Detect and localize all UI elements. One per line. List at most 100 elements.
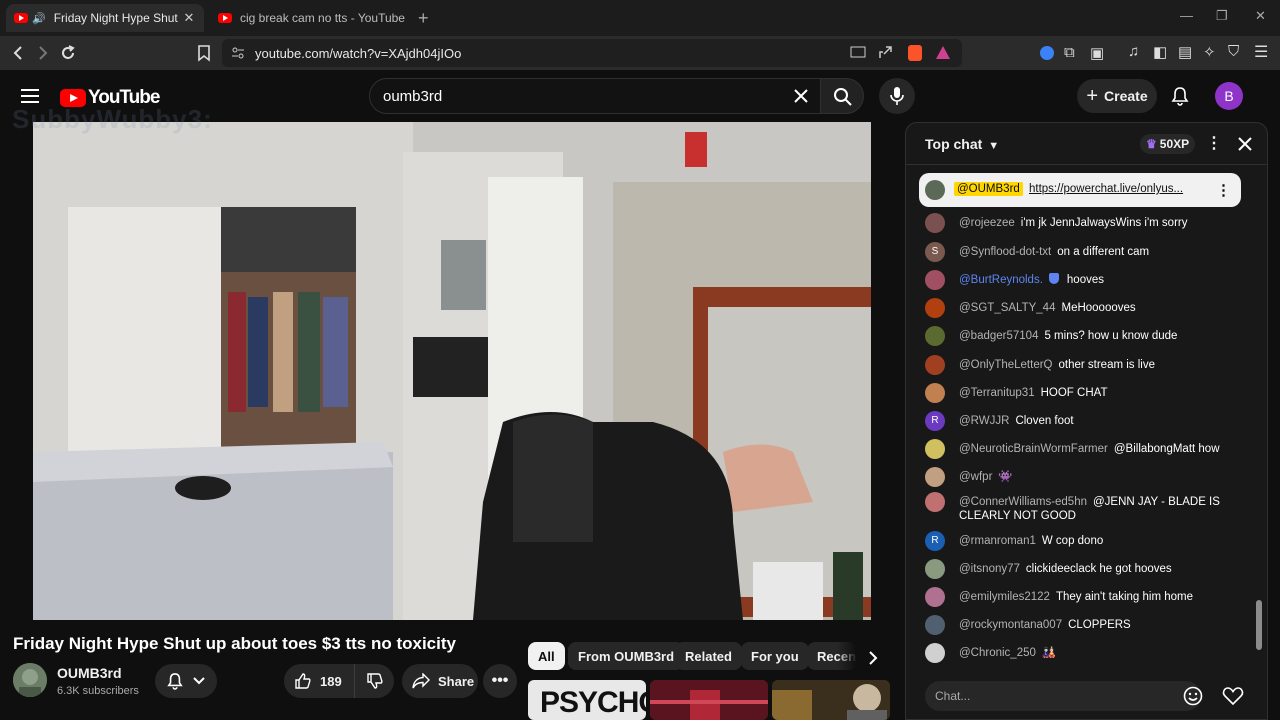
reload-icon[interactable] [58, 43, 78, 63]
chat-avatar[interactable] [925, 559, 945, 579]
chat-username[interactable]: @BurtReynolds. [959, 274, 1043, 286]
brave-rewards-icon[interactable] [936, 46, 950, 59]
media-icon[interactable]: ♫ [1128, 43, 1139, 60]
chat-avatar[interactable] [925, 383, 945, 403]
chat-avatar[interactable] [925, 587, 945, 607]
chat-username[interactable]: @OnlyTheLetterQ [959, 359, 1053, 371]
chat-username[interactable]: @emilymiles2122 [959, 591, 1050, 603]
wallet-icon[interactable]: ▤ [1178, 43, 1192, 61]
chat-username[interactable]: @Chronic_250 [959, 647, 1036, 659]
chat-avatar[interactable] [925, 439, 945, 459]
chips-next-icon[interactable] [866, 650, 880, 666]
chat-avatar[interactable] [925, 467, 945, 487]
pinned-message[interactable]: @OUMB3rd https://powerchat.live/onlyus..… [919, 173, 1241, 207]
bookmark-icon[interactable] [194, 43, 214, 63]
leo-ai-icon[interactable]: ✧ [1203, 43, 1216, 61]
forward-icon[interactable] [33, 43, 53, 63]
share-button[interactable]: Share [402, 664, 478, 698]
dislike-button[interactable] [354, 664, 394, 698]
vpn-icon[interactable] [1040, 46, 1054, 60]
guide-menu-icon[interactable] [20, 88, 40, 104]
recommended-thumbnail[interactable]: PSYCHO [528, 680, 646, 720]
chat-avatar[interactable] [925, 355, 945, 375]
chat-mode-selector[interactable]: Top chat ▼ [925, 136, 999, 152]
chat-avatar[interactable]: S [925, 242, 945, 262]
maximize-button[interactable]: ❐ [1216, 8, 1228, 24]
recommended-thumbnail[interactable] [650, 680, 768, 720]
chip-recent[interactable]: Recen [807, 642, 857, 670]
chip-all[interactable]: All [528, 642, 565, 670]
chat-message-body: @NeuroticBrainWormFarmer @BillabongMatt h… [959, 439, 1235, 456]
chip-from-channel[interactable]: From OUMB3rd [568, 642, 685, 670]
chat-avatar[interactable]: R [925, 411, 945, 431]
chat-avatar[interactable] [925, 270, 945, 290]
chat-avatar[interactable] [925, 492, 945, 512]
search-input[interactable]: oumb3rd [369, 78, 821, 114]
chat-username[interactable]: @RWJJR [959, 415, 1009, 427]
address-bar[interactable]: youtube.com/watch?v=XAjdh04jIOo [222, 39, 962, 67]
chat-input[interactable]: Chat... [925, 681, 1201, 711]
search-button[interactable] [820, 78, 864, 114]
site-info-icon[interactable] [231, 46, 245, 60]
extensions-icon[interactable]: ⧉ [1064, 44, 1075, 61]
xp-badge[interactable]: ♛ 50XP [1140, 134, 1196, 154]
chat-username[interactable]: @badger57104 [959, 330, 1038, 342]
cast-icon[interactable] [850, 46, 866, 60]
video-player[interactable] [33, 122, 871, 620]
chat-avatar[interactable] [925, 643, 945, 663]
brave-shield-icon[interactable] [908, 45, 922, 61]
chat-username[interactable]: @wfpr [959, 471, 992, 483]
chat-avatar[interactable] [925, 326, 945, 346]
voice-search-button[interactable] [879, 78, 915, 114]
minimize-button[interactable]: — [1180, 8, 1193, 23]
vpn-shield-icon[interactable]: ⛉ [1228, 43, 1239, 60]
chat-username[interactable]: @SGT_SALTY_44 [959, 302, 1055, 314]
account-avatar[interactable]: B [1215, 82, 1243, 110]
chat-username[interactable]: @rmanroman1 [959, 535, 1036, 547]
emoji-icon[interactable] [1183, 686, 1203, 706]
pinned-menu-icon[interactable]: ⋮ [1216, 181, 1231, 199]
close-chat-icon[interactable] [1238, 137, 1252, 151]
chat-username[interactable]: @rojeezee [959, 217, 1015, 229]
chat-message: @SGT_SALTY_44 MeHoooooves [925, 298, 1235, 318]
chat-avatar[interactable] [925, 298, 945, 318]
chat-avatar[interactable] [925, 615, 945, 635]
chat-username[interactable]: @Terranitup31 [959, 387, 1035, 399]
browser-tab[interactable]: cig break cam no tts - YouTube [210, 4, 410, 32]
close-window-button[interactable]: ✕ [1255, 8, 1266, 24]
chip-related[interactable]: Related [675, 642, 742, 670]
new-tab-button[interactable]: + [418, 8, 429, 29]
notifications-bell-icon[interactable] [1171, 86, 1189, 106]
chevron-down-icon: ▼ [988, 140, 1000, 152]
chat-avatar[interactable]: R [925, 531, 945, 551]
channel-name[interactable]: OUMB3rd [57, 665, 122, 681]
chat-username[interactable]: @rockymontana007 [959, 619, 1062, 631]
pinned-link[interactable]: https://powerchat.live/onlyus... [1029, 183, 1183, 195]
back-icon[interactable] [8, 43, 28, 63]
chat-username[interactable]: @ConnerWilliams-ed5hn [959, 496, 1087, 508]
share-page-icon[interactable] [877, 45, 893, 61]
chat-username[interactable]: @itsnony77 [959, 563, 1020, 575]
chat-message: @badger57104 5 mins? how u know dude [925, 326, 1235, 346]
create-button[interactable]: + Create [1077, 79, 1157, 113]
speaker-icon[interactable]: 🔊 [32, 12, 46, 25]
sidebar-icon[interactable]: ◧ [1153, 43, 1167, 61]
heart-icon[interactable] [1222, 686, 1244, 706]
chip-for-you[interactable]: For you [741, 642, 809, 670]
close-tab-icon[interactable]: ✕ [180, 10, 198, 26]
like-button[interactable]: 189 [284, 664, 354, 698]
screenshot-icon[interactable]: ▣ [1090, 44, 1104, 62]
chat-avatar[interactable] [925, 213, 945, 233]
more-actions-button[interactable]: ••• [483, 664, 517, 698]
recommended-thumbnail[interactable] [772, 680, 890, 720]
notification-bell-button[interactable] [155, 664, 217, 698]
channel-avatar[interactable] [13, 663, 47, 697]
clear-search-icon[interactable] [794, 89, 808, 103]
menu-icon[interactable]: ☰ [1254, 42, 1268, 62]
browser-tab-active[interactable]: 🔊 Friday Night Hype Shut up ab ✕ [6, 4, 204, 32]
chat-username[interactable]: @NeuroticBrainWormFarmer [959, 443, 1108, 455]
chat-menu-icon[interactable]: ⋮ [1206, 133, 1222, 153]
chat-scrollbar[interactable] [1256, 600, 1262, 650]
chat-username[interactable]: @Synflood-dot-txt [959, 246, 1051, 258]
chat-text: Cloven foot [1015, 415, 1074, 427]
